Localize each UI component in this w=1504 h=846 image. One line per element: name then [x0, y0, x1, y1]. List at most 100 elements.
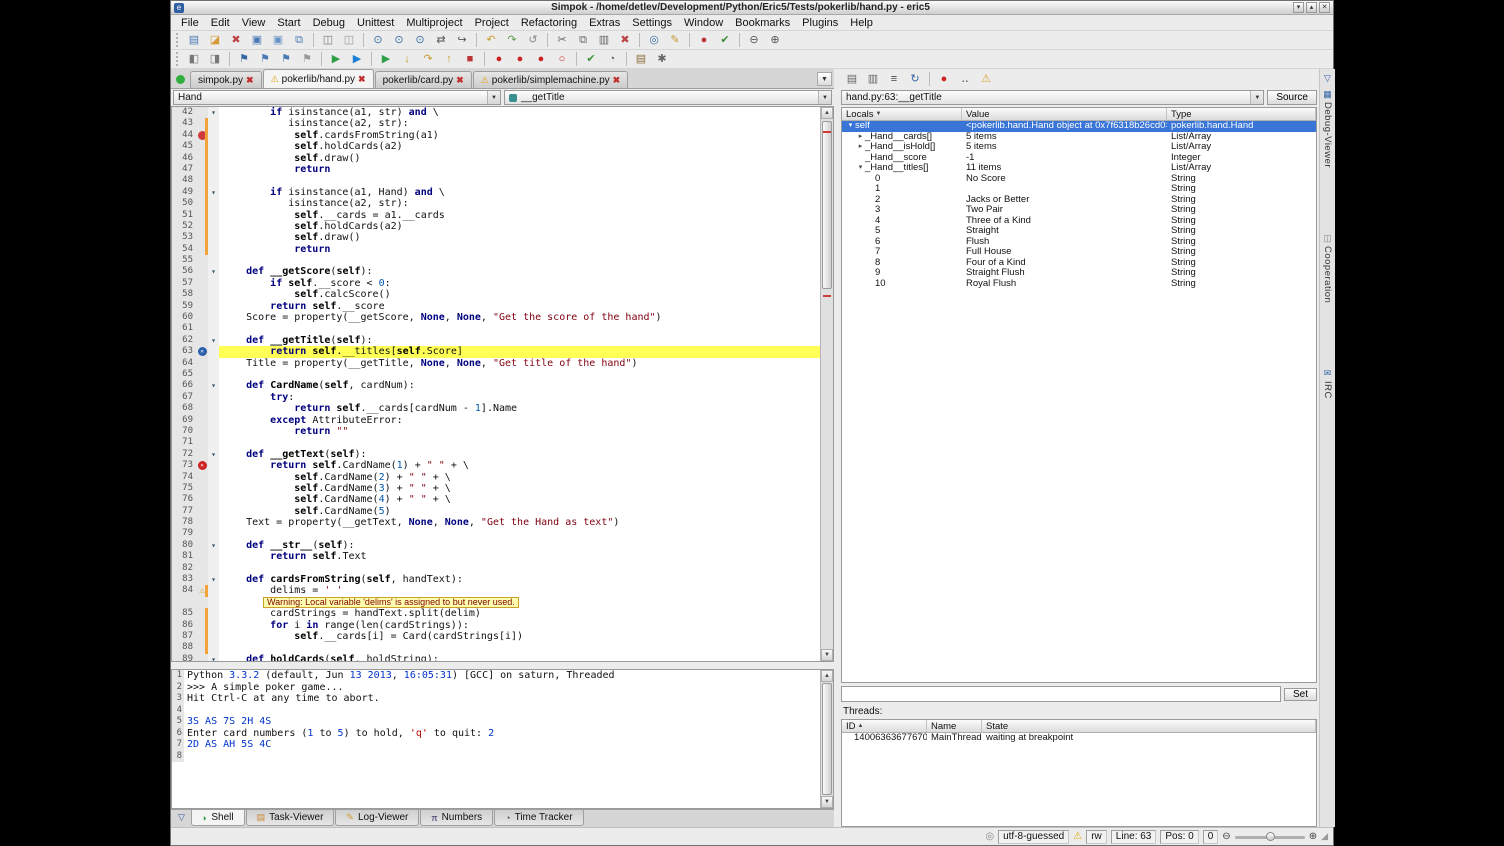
code-text[interactable] — [219, 563, 820, 574]
menu-multiproject[interactable]: Multiproject — [400, 16, 468, 30]
code-line[interactable]: 60 Score = property(__getScore, None, No… — [172, 312, 820, 323]
marker-margin[interactable] — [196, 358, 208, 369]
zoom-in-button[interactable]: ⊕ — [765, 32, 785, 49]
marker-margin[interactable] — [196, 118, 208, 129]
marker-margin[interactable] — [196, 631, 208, 642]
menu-refactoring[interactable]: Refactoring — [515, 16, 583, 30]
code-text[interactable]: self.__cards = a1.__cards — [219, 210, 820, 221]
marker-margin[interactable] — [196, 164, 208, 175]
code-text[interactable]: return self.__cards[cardNum - 1].Name — [219, 403, 820, 414]
code-text[interactable]: if isinstance(a1, str) and \ — [219, 107, 820, 118]
line-number[interactable]: 53 — [172, 232, 196, 243]
editor-scroll-track[interactable] — [821, 119, 833, 649]
code-line[interactable]: 74 self.CardName(2) + " " + \ — [172, 472, 820, 483]
single-step-button[interactable]: ↓ — [397, 51, 417, 68]
code-line[interactable]: 53 self.draw() — [172, 232, 820, 243]
filter-icon[interactable]: ▽ — [1319, 71, 1336, 86]
locals-row[interactable]: 2Jacks or BetterString — [842, 195, 1316, 206]
code-text[interactable]: return self.__titles[self.Score] — [219, 346, 820, 357]
zoom-slider-thumb[interactable] — [1266, 832, 1275, 841]
fold-margin[interactable] — [208, 153, 219, 164]
search-button[interactable]: ⊙ — [368, 32, 388, 49]
shell-text[interactable]: Enter card numbers (1 to 5) to hold, 'q'… — [184, 728, 820, 740]
marker-margin[interactable] — [196, 175, 208, 186]
window-shade-button[interactable]: ▾ — [1293, 2, 1304, 13]
delete-button[interactable]: ✖ — [615, 32, 635, 49]
line-number[interactable]: 58 — [172, 289, 196, 300]
code-text[interactable]: def CardName(self, cardNum): — [219, 380, 820, 391]
menu-file[interactable]: File — [175, 16, 205, 30]
line-number[interactable]: 81 — [172, 551, 196, 562]
id-column-header[interactable]: ID ▲ — [842, 720, 927, 732]
locals-row[interactable]: ▾self<pokerlib.hand.Hand object at 0x7f6… — [842, 121, 1316, 132]
code-text[interactable]: self.CardName(3) + " " + \ — [219, 483, 820, 494]
class-selector-combo[interactable]: Hand ▼ — [173, 90, 501, 105]
fold-margin[interactable] — [208, 437, 219, 448]
marker-margin[interactable] — [196, 517, 208, 528]
line-number[interactable]: 49 — [172, 187, 196, 198]
copy-button[interactable]: ⧉ — [573, 32, 593, 49]
window-close-button[interactable]: ✕ — [1319, 2, 1330, 13]
fold-margin[interactable] — [208, 232, 219, 243]
marker-margin[interactable]: ⚠ — [196, 585, 208, 596]
clear-bookmarks-button[interactable]: ⚑ — [297, 51, 317, 68]
shell-text[interactable] — [184, 705, 820, 717]
code-line[interactable]: 68 return self.__cards[cardNum - 1].Name — [172, 403, 820, 414]
print-button[interactable]: ◫ — [318, 32, 338, 49]
line-number[interactable]: 74 — [172, 472, 196, 483]
search-next-button[interactable]: ⊙ — [389, 32, 409, 49]
close-icon[interactable]: ✖ — [358, 74, 366, 85]
code-text[interactable]: def __str__(self): — [219, 540, 820, 551]
marker-margin[interactable] — [196, 506, 208, 517]
code-line[interactable]: 84⚠ delims = ' ' — [172, 585, 820, 596]
code-line[interactable]: 51 self.__cards = a1.__cards — [172, 210, 820, 221]
fold-margin[interactable] — [208, 642, 219, 653]
shell-line[interactable]: 6Enter card numbers (1 to 5) to hold, 'q… — [172, 728, 820, 740]
revert-button[interactable]: ↺ — [523, 32, 543, 49]
marker-margin[interactable] — [196, 392, 208, 403]
line-number[interactable]: 56 — [172, 266, 196, 277]
code-text[interactable]: self.calcScore() — [219, 289, 820, 300]
fold-margin[interactable] — [208, 346, 219, 357]
code-text[interactable]: try: — [219, 392, 820, 403]
code-line[interactable]: 64 Title = property(__getTitle, None, No… — [172, 358, 820, 369]
fold-margin[interactable] — [208, 175, 219, 186]
fold-arrow-icon[interactable]: ▾ — [211, 654, 216, 661]
code-text[interactable]: def __getText(self): — [219, 449, 820, 460]
profile-button[interactable]: ◔ — [602, 51, 622, 68]
fold-margin[interactable]: ▾ — [208, 540, 219, 551]
code-text[interactable] — [219, 323, 820, 334]
code-text[interactable] — [219, 642, 820, 653]
line-number[interactable]: 62 — [172, 335, 196, 346]
fold-margin[interactable] — [208, 301, 219, 312]
save-file-button[interactable]: ▣ — [247, 32, 267, 49]
fold-margin[interactable] — [208, 426, 219, 437]
line-number[interactable]: 44 — [172, 130, 196, 141]
marker-margin[interactable] — [196, 608, 208, 619]
fold-margin[interactable]: ▾ — [208, 266, 219, 277]
code-text[interactable]: self.CardName(2) + " " + \ — [219, 472, 820, 483]
fold-arrow-icon[interactable]: ▾ — [211, 380, 216, 391]
locals-row[interactable]: 7Full HouseString — [842, 247, 1316, 258]
fold-margin[interactable] — [208, 415, 219, 426]
bottom-tab-shell[interactable]: ◗Shell — [191, 810, 245, 826]
show-globals-button[interactable]: ▥ — [863, 71, 883, 88]
fold-margin[interactable] — [208, 528, 219, 539]
fold-arrow-icon[interactable]: ▾ — [211, 540, 216, 551]
code-line[interactable]: 77 self.CardName(5) — [172, 506, 820, 517]
code-text[interactable] — [219, 175, 820, 186]
marker-margin[interactable] — [196, 187, 208, 198]
code-line[interactable]: 85 cardStrings = handText.split(delim) — [172, 608, 820, 619]
code-line[interactable]: 75 self.CardName(3) + " " + \ — [172, 483, 820, 494]
fold-arrow-icon[interactable]: ▾ — [211, 107, 216, 118]
line-number[interactable]: 86 — [172, 620, 196, 631]
debug-position-combo[interactable]: hand.py:63:__getTitle ▼ — [841, 90, 1264, 105]
code-line[interactable]: 55 — [172, 255, 820, 266]
fold-margin[interactable] — [208, 620, 219, 631]
code-line[interactable]: 50 isinstance(a2, str): — [172, 198, 820, 209]
marker-margin[interactable] — [196, 403, 208, 414]
marker-margin[interactable] — [196, 198, 208, 209]
locals-row[interactable]: 5StraightString — [842, 226, 1316, 237]
line-number[interactable]: 71 — [172, 437, 196, 448]
expand-icon[interactable]: ▸ — [856, 132, 865, 143]
